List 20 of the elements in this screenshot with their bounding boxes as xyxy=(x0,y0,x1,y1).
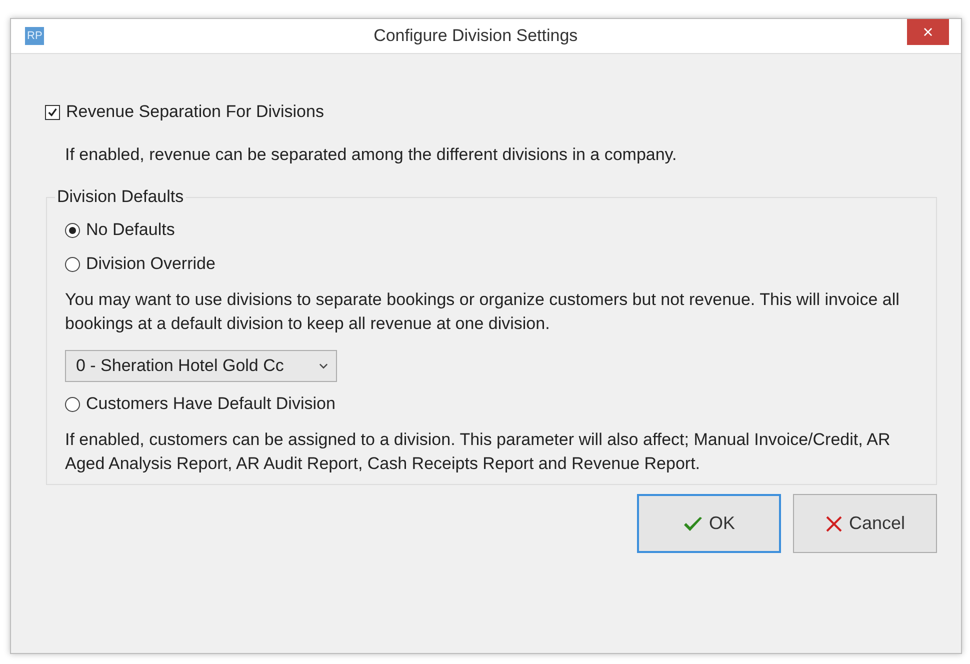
app-icon: RP xyxy=(25,27,44,45)
radio-button[interactable] xyxy=(65,396,80,412)
chevron-icon xyxy=(319,363,328,369)
radio-button[interactable] xyxy=(65,256,80,272)
checkbox-label: Revenue Separation For Divisions xyxy=(66,102,324,122)
description-text: If enabled, customers can be assigned to a division. This parameter will also affect; Manual Invoice/Credit, AR Aged Analysis Report, AR Audit Report, Cash Receipts Report and Revenue Report. xyxy=(65,429,892,475)
radio-label: Customers Have Default Division xyxy=(86,394,336,414)
description-text: If enabled, revenue can be separated among the different divisions in a company. xyxy=(65,144,678,166)
radio-label: No Defaults xyxy=(86,220,175,240)
radio-label: Division Override xyxy=(86,254,216,274)
checkmark-icon xyxy=(682,516,703,532)
radio-button[interactable] xyxy=(65,222,80,238)
cross-icon xyxy=(824,514,843,532)
ok-button[interactable]: OK xyxy=(637,494,781,553)
close-button[interactable]: × xyxy=(907,19,949,45)
division-dropdown[interactable]: 0 - Sheration Hotel Gold Cc xyxy=(65,350,337,382)
description-text: You may want to use divisions to separate bookings or organize customers but not revenue. This will invoice all bookings at a default division to keep all revenue at one division. xyxy=(65,289,900,335)
cancel-button[interactable]: Cancel xyxy=(793,494,937,553)
checkbox[interactable] xyxy=(45,104,60,120)
window-title: Configure Division Settings xyxy=(372,26,579,46)
